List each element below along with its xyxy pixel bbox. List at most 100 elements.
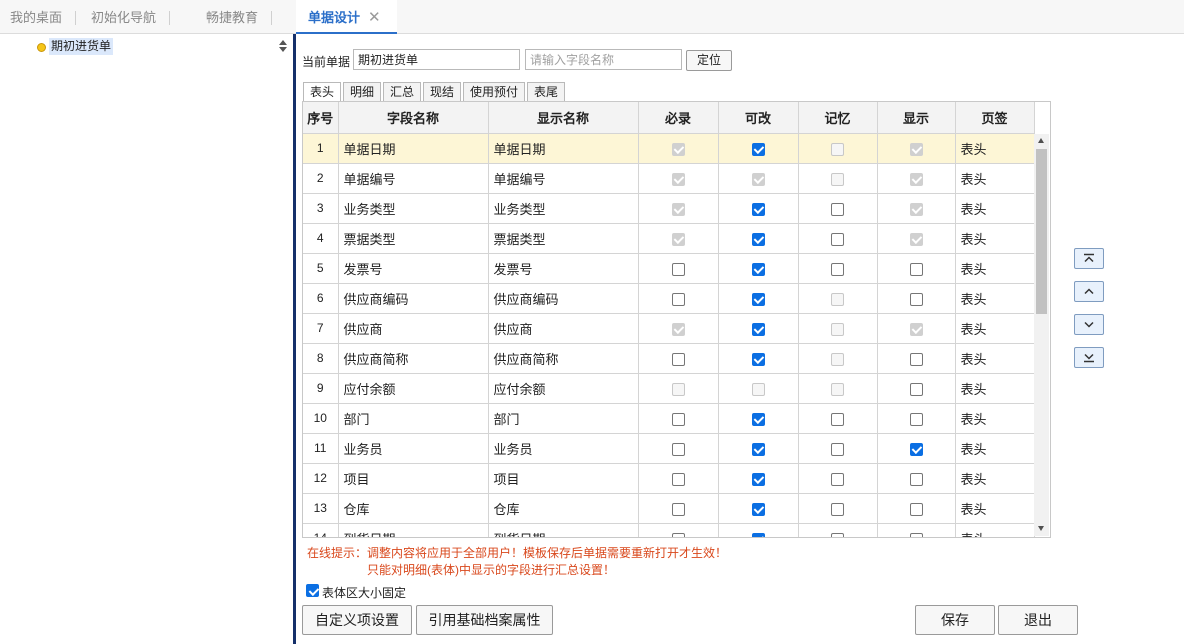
subtab-summary[interactable]: 汇总 bbox=[383, 82, 421, 101]
show-checkbox[interactable] bbox=[909, 412, 923, 426]
grid-vertical-scrollbar[interactable] bbox=[1034, 134, 1049, 536]
memory-checkbox[interactable] bbox=[831, 232, 844, 246]
show-checkbox[interactable] bbox=[909, 382, 923, 396]
required-checkbox[interactable] bbox=[671, 412, 685, 426]
memory-checkbox[interactable] bbox=[831, 442, 844, 456]
col-header-display-name[interactable]: 显示名称 bbox=[488, 102, 639, 134]
show-checkbox[interactable] bbox=[909, 472, 923, 486]
table-row[interactable]: 10 部门 部门 表头 bbox=[303, 403, 1035, 434]
scroll-up-arrow-icon[interactable] bbox=[1038, 138, 1044, 143]
col-header-required[interactable]: 必录 bbox=[638, 102, 719, 134]
tab-init-navigation[interactable]: 初始化导航 bbox=[91, 0, 171, 34]
scroll-thumb[interactable] bbox=[1036, 149, 1047, 314]
table-row[interactable]: 8 供应商简称 供应商简称 表头 bbox=[303, 343, 1035, 374]
table-row[interactable]: 1 单据日期 单据日期 表头 bbox=[303, 133, 1035, 164]
subtab-prepay[interactable]: 使用预付 bbox=[463, 82, 525, 101]
memory-checkbox[interactable] bbox=[831, 532, 844, 537]
tree-scroll-spinner[interactable] bbox=[278, 38, 290, 54]
table-row[interactable]: 3 业务类型 业务类型 表头 bbox=[303, 193, 1035, 224]
show-checkbox[interactable] bbox=[909, 352, 923, 366]
memory-checkbox[interactable] bbox=[831, 412, 844, 426]
table-row[interactable]: 14到货日期到货日期表头 bbox=[303, 523, 1035, 537]
display-name-cell[interactable]: 供应商简称 bbox=[488, 343, 639, 374]
editable-checkbox[interactable] bbox=[751, 292, 765, 306]
table-row[interactable]: 11 业务员 业务员 表头 bbox=[303, 433, 1035, 464]
memory-checkbox[interactable] bbox=[831, 502, 844, 516]
tree-item-opening-purchase[interactable]: 期初进货单 bbox=[49, 38, 114, 55]
tab-cell[interactable]: 表头 bbox=[955, 223, 1035, 254]
editable-checkbox[interactable] bbox=[751, 352, 765, 366]
display-name-cell[interactable]: 票据类型 bbox=[488, 223, 639, 254]
col-header-no[interactable]: 序号 bbox=[303, 102, 339, 134]
editable-checkbox[interactable] bbox=[751, 532, 765, 537]
display-name-cell[interactable]: 供应商编码 bbox=[488, 283, 639, 314]
ref-base-attrs-button[interactable]: 引用基础档案属性 bbox=[416, 605, 553, 635]
subtab-footer[interactable]: 表尾 bbox=[527, 82, 565, 101]
table-row[interactable]: 5 发票号 发票号 表头 bbox=[303, 253, 1035, 284]
subtab-cash[interactable]: 现结 bbox=[423, 82, 461, 101]
tab-cell[interactable]: 表头 bbox=[955, 493, 1035, 524]
custom-items-button[interactable]: 自定义项设置 bbox=[302, 605, 412, 635]
table-row[interactable]: 9 应付余额 应付余额 表头 bbox=[303, 373, 1035, 404]
col-header-field-name[interactable]: 字段名称 bbox=[338, 102, 489, 134]
display-name-cell[interactable]: 到货日期 bbox=[488, 523, 639, 537]
col-header-memory[interactable]: 记忆 bbox=[798, 102, 878, 134]
move-top-button[interactable] bbox=[1074, 248, 1104, 269]
tab-cell[interactable]: 表头 bbox=[955, 343, 1035, 374]
tab-cell[interactable]: 表头 bbox=[955, 523, 1035, 537]
table-row[interactable]: 6 供应商编码 供应商编码 表头 bbox=[303, 283, 1035, 314]
tab-cell[interactable]: 表头 bbox=[955, 253, 1035, 284]
editable-checkbox[interactable] bbox=[751, 322, 765, 336]
tab-cell[interactable]: 表头 bbox=[955, 373, 1035, 404]
save-button[interactable]: 保存 bbox=[915, 605, 995, 635]
tab-my-desktop[interactable]: 我的桌面 bbox=[10, 0, 77, 34]
tab-cell[interactable]: 表头 bbox=[955, 133, 1035, 164]
editable-checkbox[interactable] bbox=[751, 502, 765, 516]
display-name-cell[interactable]: 供应商 bbox=[488, 313, 639, 344]
tab-document-design[interactable]: 单据设计 ✕ bbox=[296, 0, 397, 34]
display-name-cell[interactable]: 应付余额 bbox=[488, 373, 639, 404]
table-row[interactable]: 2 单据编号 单据编号 表头 bbox=[303, 163, 1035, 194]
show-checkbox[interactable] bbox=[909, 502, 923, 516]
editable-checkbox[interactable] bbox=[751, 232, 765, 246]
move-up-button[interactable] bbox=[1074, 281, 1104, 302]
table-row[interactable]: 7 供应商 供应商 表头 bbox=[303, 313, 1035, 344]
editable-checkbox[interactable] bbox=[751, 442, 765, 456]
panel-splitter[interactable] bbox=[293, 34, 296, 644]
show-checkbox[interactable] bbox=[909, 292, 923, 306]
editable-checkbox[interactable] bbox=[751, 142, 765, 156]
display-name-cell[interactable]: 仓库 bbox=[488, 493, 639, 524]
field-search-input[interactable] bbox=[525, 49, 682, 70]
tab-cell[interactable]: 表头 bbox=[955, 313, 1035, 344]
current-doc-input[interactable] bbox=[353, 49, 520, 70]
locate-button[interactable]: 定位 bbox=[686, 50, 732, 71]
display-name-cell[interactable]: 单据编号 bbox=[488, 163, 639, 194]
table-row[interactable]: 12 项目 项目 表头 bbox=[303, 463, 1035, 494]
required-checkbox[interactable] bbox=[671, 262, 685, 276]
required-checkbox[interactable] bbox=[671, 502, 685, 516]
editable-checkbox[interactable] bbox=[751, 202, 765, 216]
editable-checkbox[interactable] bbox=[751, 472, 765, 486]
subtab-detail[interactable]: 明细 bbox=[343, 82, 381, 101]
close-icon[interactable]: ✕ bbox=[368, 0, 381, 36]
show-checkbox[interactable] bbox=[909, 442, 923, 456]
tab-cell[interactable]: 表头 bbox=[955, 433, 1035, 464]
tab-cell[interactable]: 表头 bbox=[955, 403, 1035, 434]
required-checkbox[interactable] bbox=[671, 292, 685, 306]
col-header-tab[interactable]: 页签 bbox=[955, 102, 1035, 134]
display-name-cell[interactable]: 部门 bbox=[488, 403, 639, 434]
display-name-cell[interactable]: 业务员 bbox=[488, 433, 639, 464]
show-checkbox[interactable] bbox=[909, 262, 923, 276]
exit-button[interactable]: 退出 bbox=[998, 605, 1078, 635]
display-name-cell[interactable]: 单据日期 bbox=[488, 133, 639, 164]
move-down-button[interactable] bbox=[1074, 314, 1104, 335]
memory-checkbox[interactable] bbox=[831, 472, 844, 486]
col-header-show[interactable]: 显示 bbox=[877, 102, 956, 134]
tab-cell[interactable]: 表头 bbox=[955, 163, 1035, 194]
display-name-cell[interactable]: 项目 bbox=[488, 463, 639, 494]
tab-cell[interactable]: 表头 bbox=[955, 463, 1035, 494]
fixed-size-checkbox[interactable] bbox=[306, 584, 319, 597]
tab-cell[interactable]: 表头 bbox=[955, 283, 1035, 314]
editable-checkbox[interactable] bbox=[751, 262, 765, 276]
required-checkbox[interactable] bbox=[671, 472, 685, 486]
